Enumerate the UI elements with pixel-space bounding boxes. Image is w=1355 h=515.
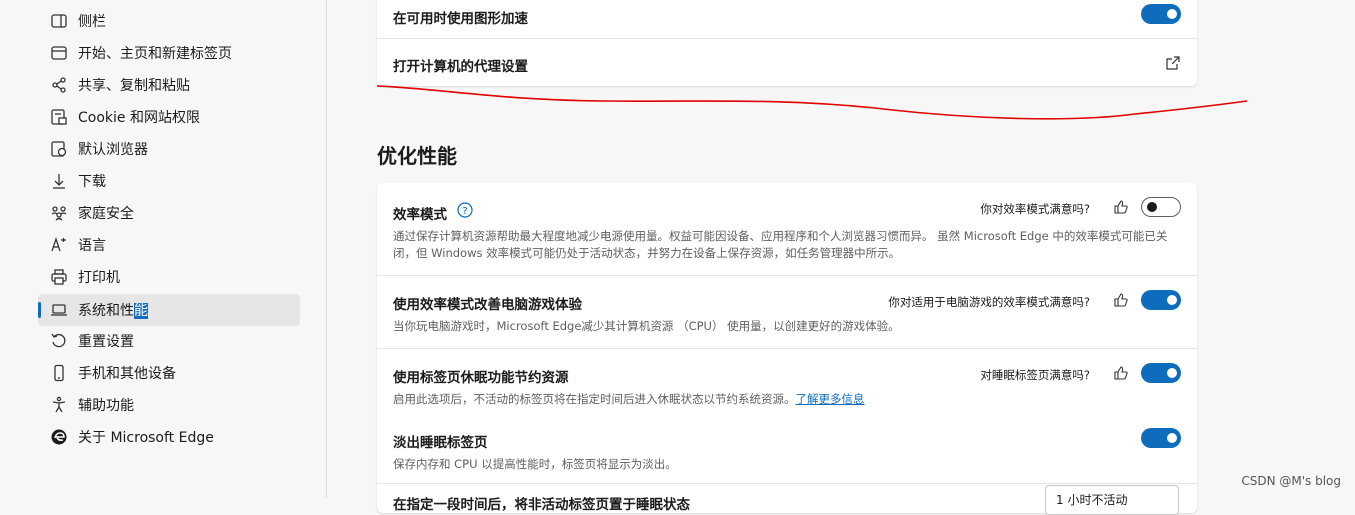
sidebar-item-label: 打印机: [78, 270, 120, 286]
edge-logo-icon: [50, 428, 68, 446]
fade-sleeping-tabs-description: 保存内存和 CPU 以提高性能时，标签页将显示为淡出。: [393, 457, 677, 471]
sidebar-item-label: 辅助功能: [78, 398, 134, 414]
family-icon: [50, 204, 68, 222]
sidebar-item-label: 侧栏: [78, 14, 106, 30]
sidebar-icon: [50, 12, 68, 30]
sidebar-item-share-copy-paste[interactable]: 共享、复制和粘贴: [38, 69, 300, 101]
graphics-acceleration-toggle[interactable]: [1141, 4, 1181, 24]
sidebar-item-label: 关于 Microsoft Edge: [78, 430, 214, 446]
external-link-icon[interactable]: [1165, 55, 1181, 71]
graphics-acceleration-title: 在可用时使用图形加速: [393, 11, 528, 27]
sidebar-item-label: 重置设置: [78, 334, 134, 350]
learn-more-link[interactable]: 了解更多信息: [796, 392, 865, 406]
efficiency-mode-title: 效率模式: [393, 207, 447, 223]
laptop-icon: [50, 301, 68, 319]
gaming-feedback-question: 你对适用于电脑游戏的效率模式满意吗?: [888, 295, 1090, 309]
site-permissions-icon: [50, 108, 68, 126]
system-card: 在可用时使用图形加速 打开计算机的代理设置: [377, 0, 1197, 86]
efficiency-feedback-question: 你对效率模式满意吗?: [980, 202, 1090, 216]
sidebar-item-label: 家庭安全: [78, 206, 134, 222]
sidebar-item-family-safety[interactable]: 家庭安全: [38, 197, 300, 229]
efficiency-mode-toggle[interactable]: [1141, 197, 1181, 217]
sidebar-item-phone-devices[interactable]: 手机和其他设备: [38, 357, 300, 389]
sleeping-tabs-title: 使用标签页休眠功能节约资源: [393, 370, 569, 386]
efficiency-mode-row: 效率模式 ? 你对效率模式满意吗? 通过保存计算机资源帮助最大程度地减少电源使用…: [377, 183, 1197, 275]
fade-sleeping-tabs-toggle[interactable]: [1141, 428, 1181, 448]
gaming-efficiency-description: 当你玩电脑游戏时，Microsoft Edge减少其计算机资源 （CPU） 使用…: [393, 319, 900, 333]
active-indicator: [38, 302, 41, 318]
sleeping-tabs-feedback-question: 对睡眠标签页满意吗?: [980, 368, 1090, 382]
sidebar-item-label: Cookie 和网站权限: [78, 110, 200, 126]
thumbs-up-icon[interactable]: [1113, 365, 1129, 381]
accessibility-icon: [50, 396, 68, 414]
thumbs-up-icon[interactable]: [1113, 292, 1129, 308]
thumbs-up-icon[interactable]: [1113, 199, 1129, 215]
sidebar-item-default-browser[interactable]: 默认浏览器: [38, 133, 300, 165]
sidebar-item-sidebar[interactable]: 侧栏: [38, 5, 300, 37]
browser-icon: [50, 140, 68, 158]
sidebar-item-printers[interactable]: 打印机: [38, 261, 300, 293]
gaming-efficiency-toggle[interactable]: [1141, 290, 1181, 310]
sidebar-item-label: 默认浏览器: [78, 142, 148, 158]
divider: [377, 483, 1197, 484]
reset-icon: [50, 332, 68, 350]
gaming-efficiency-title: 使用效率模式改善电脑游戏体验: [393, 297, 582, 313]
share-icon: [50, 76, 68, 94]
sidebar-item-label: 共享、复制和粘贴: [78, 78, 190, 94]
language-icon: [50, 236, 68, 254]
home-icon: [50, 44, 68, 62]
svg-text:?: ?: [462, 206, 467, 217]
settings-main: 在可用时使用图形加速 打开计算机的代理设置 优化性能 效率模式 ? 你对效率模式…: [327, 0, 1355, 515]
sidebar-item-label: 开始、主页和新建标签页: [78, 46, 232, 62]
sleep-after-dropdown[interactable]: 1 小时不活动: [1045, 485, 1179, 515]
sidebar-item-label: 手机和其他设备: [78, 366, 176, 382]
sidebar-item-accessibility[interactable]: 辅助功能: [38, 389, 300, 421]
phone-icon: [50, 364, 68, 382]
sidebar-item-label: 系统和性能: [78, 303, 148, 319]
efficiency-mode-description: 通过保存计算机资源帮助最大程度地减少电源使用量。权益可能因设备、应用程序和个人浏…: [393, 229, 1168, 260]
sleeping-tabs-description: 启用此选项后，不活动的标签页将在指定时间后进入休眠状态以节约系统资源。了解更多信…: [393, 392, 865, 406]
sidebar-item-system-performance[interactable]: 系统和性能: [38, 294, 300, 326]
selected-text: 能: [134, 303, 148, 319]
sidebar-item-label: 语言: [78, 238, 106, 254]
sleeping-tabs-row: 使用标签页休眠功能节约资源 对睡眠标签页满意吗? 启用此选项后，不活动的标签页将…: [377, 349, 1197, 421]
fade-sleeping-tabs-row: 淡出睡眠标签页 保存内存和 CPU 以提高性能时，标签页将显示为淡出。: [377, 421, 1197, 483]
watermark: CSDN @M's blog: [1241, 474, 1341, 488]
sidebar-item-start-home[interactable]: 开始、主页和新建标签页: [38, 37, 300, 69]
sidebar-item-languages[interactable]: 语言: [38, 229, 300, 261]
sidebar-item-reset-settings[interactable]: 重置设置: [38, 325, 300, 357]
performance-card: 效率模式 ? 你对效率模式满意吗? 通过保存计算机资源帮助最大程度地减少电源使用…: [377, 183, 1197, 513]
sidebar-item-about-edge[interactable]: 关于 Microsoft Edge: [38, 421, 300, 453]
sidebar-item-downloads[interactable]: 下载: [38, 165, 300, 197]
sidebar-item-label: 下载: [78, 174, 106, 190]
sleep-after-title: 在指定一段时间后，将非活动标签页置于睡眠状态: [393, 497, 690, 513]
proxy-settings-title: 打开计算机的代理设置: [393, 59, 528, 75]
fade-sleeping-tabs-title: 淡出睡眠标签页: [393, 435, 488, 451]
proxy-settings-row[interactable]: 打开计算机的代理设置: [377, 39, 1197, 86]
help-icon[interactable]: ?: [457, 202, 473, 218]
settings-sidebar: 侧栏 开始、主页和新建标签页 共享、复制和粘贴 Cookie 和网站权限 默认浏…: [0, 0, 327, 498]
section-title: 优化性能: [377, 144, 457, 168]
printer-icon: [50, 268, 68, 286]
gaming-efficiency-row: 使用效率模式改善电脑游戏体验 你对适用于电脑游戏的效率模式满意吗? 当你玩电脑游…: [377, 276, 1197, 348]
red-annotation-line: [376, 85, 1248, 120]
sidebar-item-cookies[interactable]: Cookie 和网站权限: [38, 101, 300, 133]
graphics-acceleration-row: 在可用时使用图形加速: [377, 0, 1197, 38]
download-icon: [50, 172, 68, 190]
sleeping-tabs-toggle[interactable]: [1141, 363, 1181, 383]
